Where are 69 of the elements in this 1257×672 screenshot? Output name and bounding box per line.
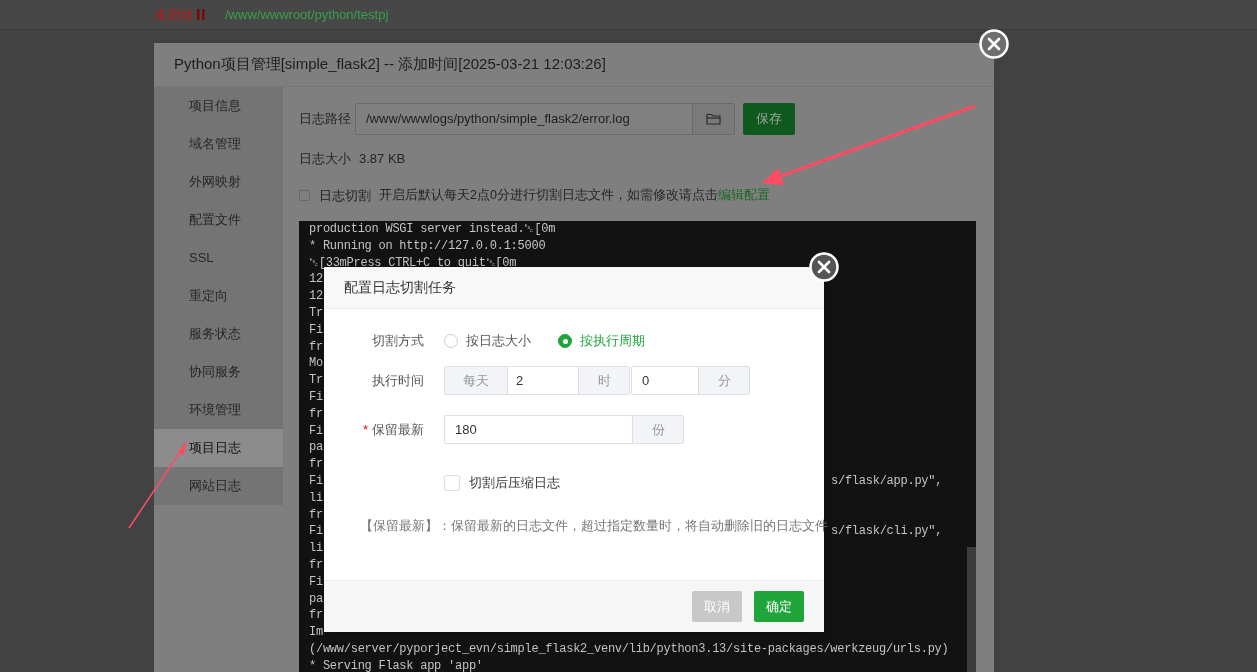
log-line: fr (309, 406, 323, 421)
sidebar-item[interactable]: 项目信息 (154, 87, 283, 125)
log-line: li (309, 541, 323, 556)
log-line: * Serving Flask app 'app' (309, 658, 483, 672)
unit-addon: 份 (632, 415, 684, 444)
log-line: fr (309, 557, 323, 572)
pause-icon (197, 9, 205, 20)
sidebar-item[interactable]: SSL (154, 239, 283, 277)
checkbox-label: 日志切割 (319, 186, 371, 205)
radio-option[interactable]: 按执行周期 (558, 331, 645, 351)
folder-icon (706, 113, 721, 125)
log-line: * Running on http://127.0.0.1:5000 (309, 238, 546, 253)
log-size-value: 3.87 KB (359, 150, 406, 168)
modal-title: 配置日志切割任务 (324, 267, 824, 309)
unit-addon: 时 (578, 366, 630, 395)
checkbox-label: 切割后压缩日志 (469, 474, 560, 492)
log-line: Fi (309, 473, 323, 488)
sidebar-item[interactable]: 配置文件 (154, 201, 283, 239)
save-button[interactable]: 保存 (743, 103, 795, 135)
log-line: li (309, 490, 323, 505)
unit-addon: 分 (698, 366, 750, 395)
edit-config-link[interactable]: 编辑配置 (717, 187, 770, 202)
radio-option[interactable]: 按日志大小 (444, 331, 531, 351)
keep-count-input[interactable]: 180 (444, 415, 632, 444)
log-line: Fi (309, 574, 323, 589)
required-mark: * (362, 420, 368, 439)
log-line: s/flask/cli.py", (831, 523, 943, 541)
sidebar-item[interactable]: 环境管理 (154, 391, 283, 429)
log-line: Fi (309, 423, 323, 438)
sidebar-item[interactable]: 外网映射 (154, 163, 283, 201)
path-field[interactable]: /www/wwwlogs/python/simple_flask2/error.log (355, 103, 735, 135)
period-addon: 每天 (444, 366, 508, 395)
folder-button[interactable] (692, 104, 734, 134)
log-line: Tr (309, 306, 323, 320)
log-line: production WSGI server instead.␛[0m (309, 222, 556, 236)
sidebar-item[interactable]: 重定向 (154, 277, 283, 315)
log-line: 12 (309, 289, 323, 304)
close-icon[interactable] (979, 29, 1009, 59)
log-line: Tr (309, 373, 323, 388)
log-line: Mo (309, 356, 323, 371)
sidebar-item[interactable]: 网站日志 (154, 467, 283, 505)
log-line: ␛[33mPress CTRL+C to quit␛[0m (309, 255, 517, 270)
sidebar-item[interactable]: 协同服务 (154, 353, 283, 391)
log-line: fr (309, 608, 323, 623)
sidebar-item[interactable]: 项目日志 (154, 429, 283, 467)
log-line: Fi (309, 389, 323, 404)
sidebar-item[interactable]: 域名管理 (154, 125, 283, 163)
log-line: 12 (309, 272, 323, 287)
field-label: 执行时间 (371, 371, 424, 390)
confirm-button[interactable]: 确定 (754, 591, 804, 622)
log-line: pa (309, 440, 323, 455)
scrollbar-thumb[interactable] (967, 547, 976, 672)
field-label: 切割方式 (371, 332, 424, 351)
log-line: s/flask/app.py", (831, 472, 943, 490)
log-line: fr (309, 457, 323, 472)
status-text: 未启动 (154, 5, 193, 24)
sidebar-item[interactable]: 服务状态 (154, 315, 283, 353)
log-line: fr (309, 507, 323, 522)
project-path[interactable]: /www/wwwroot/python/testpj (225, 4, 389, 25)
log-line: fr (309, 339, 323, 354)
field-label: 日志大小 (299, 150, 351, 168)
field-label: 日志路径 (299, 110, 352, 129)
log-line: Fi (309, 524, 323, 539)
field-label: 保留最新 (372, 420, 424, 439)
log-line: pa (309, 591, 323, 606)
log-line: Im (309, 625, 323, 640)
log-line: (/www/server/pyporject_evn/simple_flask2_venv/lib/python3.13/site-packages/werkzeug/urls.py) (309, 641, 949, 656)
log-line: Fi (309, 322, 323, 337)
description-text: 开启后默认每天2点0分进行切割日志文件，如需修改请点击编辑配置 (379, 186, 770, 204)
